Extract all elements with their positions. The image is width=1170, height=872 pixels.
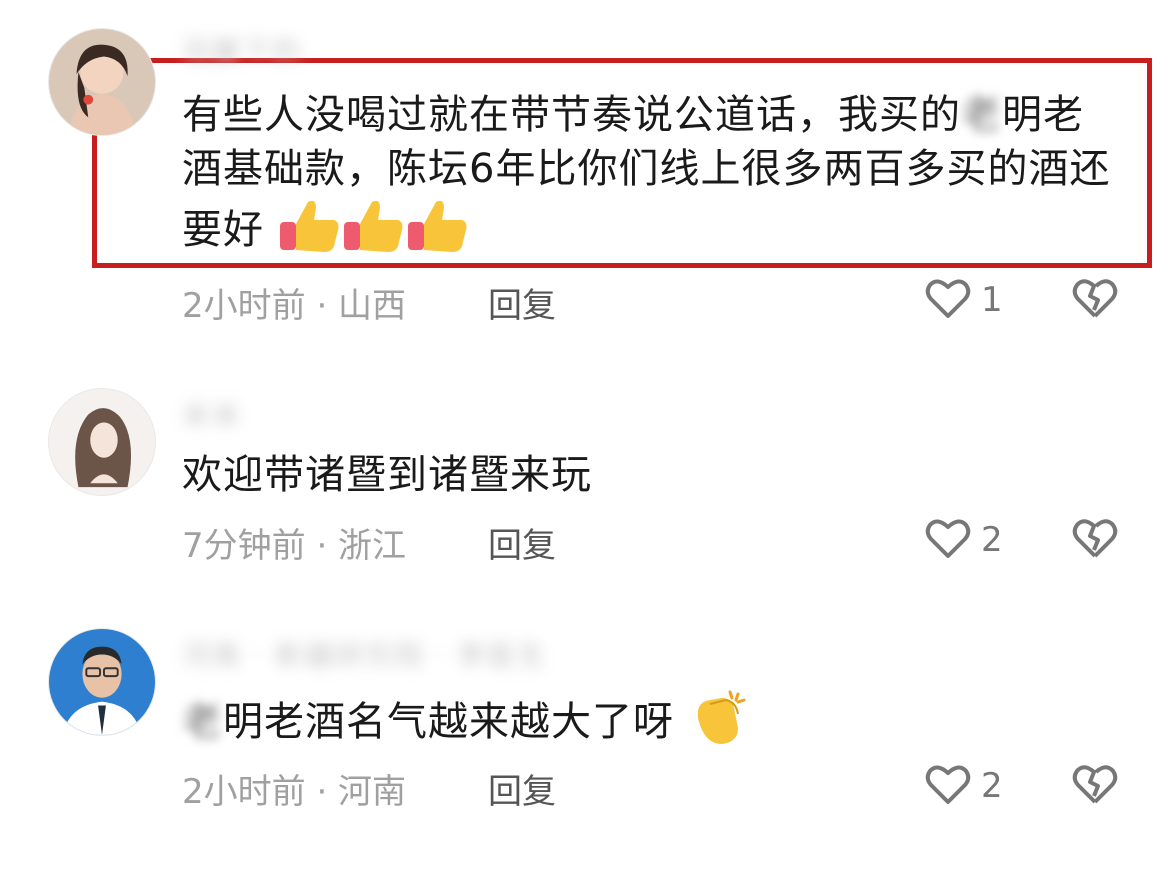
heart-outline-icon	[925, 276, 971, 324]
like-count: 1	[981, 280, 1003, 320]
username[interactable]: 河南 · 新疆研究院 · 李医生	[182, 634, 547, 674]
dislike-button[interactable]	[1072, 276, 1118, 324]
username[interactable]: 羽翼下的	[182, 30, 302, 70]
dislike-button[interactable]	[1072, 762, 1118, 810]
thumbs-up-icon	[406, 196, 470, 268]
comment-text: 老明老酒名气越来越大了呀	[182, 688, 1122, 760]
avatar[interactable]	[48, 628, 156, 736]
time-location: 7分钟前 · 浙江	[182, 526, 407, 566]
broken-heart-icon	[1072, 519, 1118, 564]
broken-heart-icon	[1072, 765, 1118, 810]
thumbs-up-icon	[342, 196, 406, 268]
thumbs-up-icon	[278, 196, 342, 268]
dislike-button[interactable]	[1072, 516, 1118, 564]
reply-button[interactable]: 回复	[488, 764, 556, 813]
avatar[interactable]	[48, 28, 156, 136]
like-button[interactable]: 2	[925, 516, 1003, 564]
avatar[interactable]	[48, 388, 156, 496]
comment-text: 有些人没喝过就在带节奏说公道话，我买的老明老酒基础款，陈坛6年比你们线上很多两百…	[182, 88, 1122, 268]
like-button[interactable]: 1	[925, 276, 1003, 324]
broken-heart-icon	[1072, 279, 1118, 324]
like-button[interactable]: 2	[925, 762, 1003, 810]
comment-text: 欢迎带诸暨到诸暨来玩	[182, 452, 592, 498]
reply-button[interactable]: 回复	[488, 278, 556, 327]
time-location: 2小时前 · 河南	[182, 772, 407, 812]
clapping-hands-icon	[688, 688, 750, 760]
like-count: 2	[981, 766, 1003, 806]
reply-button[interactable]: 回复	[488, 518, 556, 567]
time-location: 2小时前 · 山西	[182, 286, 407, 326]
username[interactable]: 米米	[182, 394, 242, 434]
blurred-text: 老	[182, 699, 223, 745]
heart-outline-icon	[925, 516, 971, 564]
heart-outline-icon	[925, 762, 971, 810]
like-count: 2	[981, 520, 1003, 560]
blurred-text: 老	[961, 92, 1002, 138]
